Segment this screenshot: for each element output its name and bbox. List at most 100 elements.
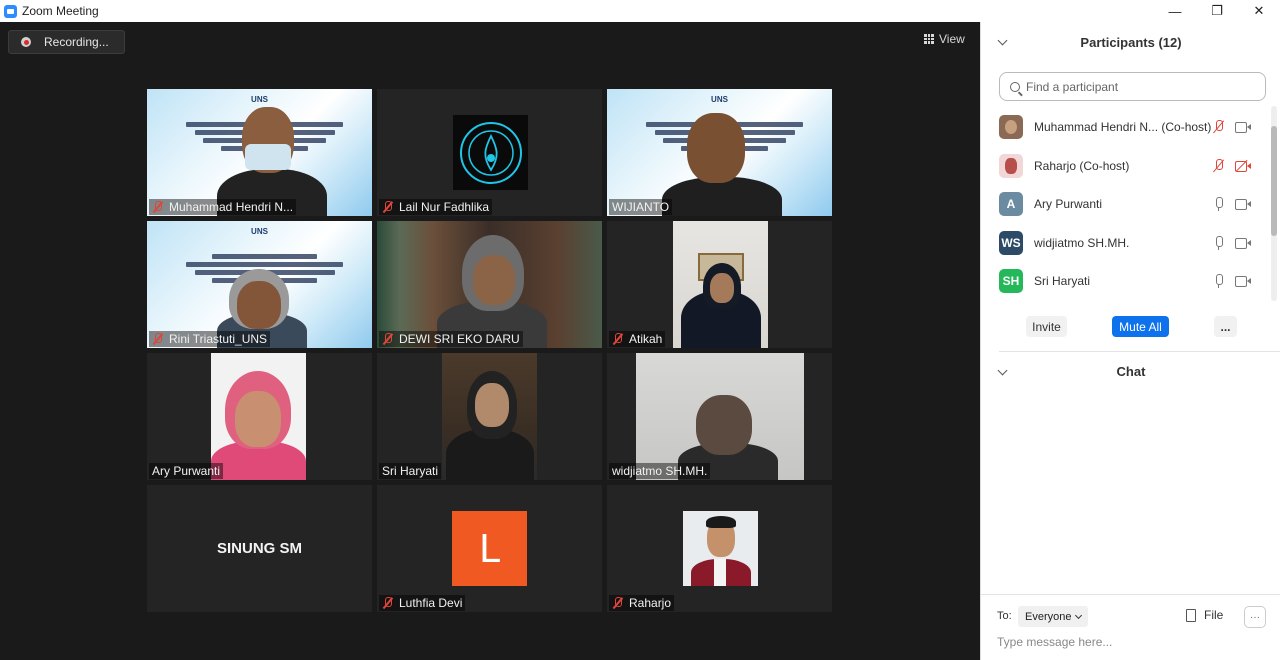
avatar: SH (999, 269, 1023, 294)
more-options-button[interactable]: ... (1214, 316, 1237, 337)
video-tile[interactable]: widjiatmo SH.MH. (607, 353, 832, 480)
chat-message-input[interactable] (997, 635, 1257, 649)
participants-actions: Invite Mute All ... (981, 316, 1271, 338)
chat-footer: To: Everyone File ··· (981, 594, 1280, 660)
tile-name-label: Raharjo (609, 595, 675, 611)
participant-video (636, 353, 804, 480)
record-icon (21, 37, 31, 47)
video-tile[interactable]: Sri Haryati (377, 353, 602, 480)
divider (999, 351, 1280, 352)
invite-button[interactable]: Invite (1026, 316, 1067, 337)
participants-title: Participants (12) (1080, 34, 1182, 50)
participant-name: Raharjo (Co-host) (1034, 158, 1130, 173)
chat-header: Chat (981, 354, 1280, 388)
tile-name-label: Rini Triastuti_UNS (149, 331, 271, 347)
file-icon (1186, 608, 1196, 622)
video-tile[interactable]: Atikah (607, 221, 832, 348)
restore-button[interactable]: ❐ (1196, 0, 1238, 22)
participant-row[interactable]: Raharjo (Co-host) (981, 147, 1271, 186)
participant-name: Sri Haryati (1034, 274, 1091, 289)
avatar: A (999, 192, 1023, 217)
avatar (999, 153, 1023, 178)
avatar: L (452, 511, 527, 586)
uns-logo: UNS (251, 95, 268, 104)
close-button[interactable]: ✕ (1238, 0, 1280, 22)
chat-to-label: To: (997, 610, 1012, 622)
video-tile[interactable]: Lail Nur Fadhlika (377, 89, 602, 216)
file-label: File (1204, 608, 1224, 622)
tile-name-label: widjiatmo SH.MH. (609, 463, 711, 479)
mic-muted-icon (382, 201, 394, 213)
participant-row[interactable]: Muhammad Hendri N... (Co-host) (981, 108, 1271, 147)
mic-icon[interactable] (1213, 235, 1225, 250)
participants-scrollbar[interactable] (1271, 106, 1277, 301)
chat-recipient-value: Everyone (1025, 610, 1072, 623)
minimize-button[interactable]: — (1154, 0, 1196, 22)
window-title: Zoom Meeting (22, 4, 99, 18)
participants-list: Muhammad Hendri N... (Co-host) Raharjo (… (981, 108, 1271, 301)
side-panel: Participants (12) Muhammad Hendri N... (… (980, 22, 1280, 660)
video-camera-icon[interactable] (1235, 276, 1251, 288)
chat-more-button[interactable]: ··· (1244, 606, 1266, 628)
profile-photo (683, 511, 758, 586)
uns-logo: UNS (711, 95, 728, 104)
participant-video (673, 221, 768, 348)
grid-view-icon (924, 34, 934, 44)
chat-title: Chat (1116, 363, 1146, 379)
tile-name-label: Luthfia Devi (379, 595, 466, 611)
profile-logo (453, 115, 528, 190)
mute-all-button[interactable]: Mute All (1112, 316, 1169, 337)
mic-muted-icon[interactable] (1213, 120, 1225, 134)
video-tile[interactable]: SINUNG SM (147, 485, 372, 612)
video-tile[interactable]: L Luthfia Devi (377, 485, 602, 612)
collapse-chat-icon[interactable] (997, 365, 1008, 376)
view-button[interactable]: View (924, 32, 965, 46)
view-label: View (939, 32, 965, 46)
video-tile-active-speaker[interactable]: UNS WIJIANTO (607, 89, 832, 216)
recording-label: Recording... (44, 35, 109, 49)
mic-muted-icon (152, 333, 164, 345)
search-input[interactable] (1026, 79, 1246, 94)
window-controls: — ❐ ✕ (1154, 0, 1280, 22)
video-tile[interactable]: UNS Muhammad Hendri N... (147, 89, 372, 216)
chevron-down-icon (1075, 611, 1083, 619)
participant-search[interactable] (999, 72, 1266, 101)
video-tile[interactable]: UNS Rini Triastuti_UNS (147, 221, 372, 348)
university-seal-icon (459, 121, 522, 184)
tile-name-label: Lail Nur Fadhlika (379, 199, 493, 215)
video-off-icon[interactable] (1235, 159, 1251, 172)
participant-name: widjiatmo SH.MH. (1034, 235, 1130, 250)
mic-icon[interactable] (1213, 197, 1225, 212)
mic-muted-icon[interactable] (1213, 158, 1225, 173)
tile-name-label: Ary Purwanti (149, 463, 224, 479)
video-tile[interactable]: Ary Purwanti (147, 353, 372, 480)
video-camera-icon[interactable] (1235, 122, 1251, 134)
mic-icon[interactable] (1213, 274, 1225, 289)
avatar: WS (999, 230, 1023, 255)
participant-name-placeholder: SINUNG SM (216, 540, 302, 557)
participant-video (377, 221, 602, 348)
participant-row[interactable]: SH Sri Haryati (981, 262, 1271, 301)
participants-header: Participants (12) (981, 22, 1280, 62)
tile-name-label: Sri Haryati (379, 463, 442, 479)
video-tile[interactable]: DEWI SRI EKO DARU (377, 221, 602, 348)
video-tile[interactable]: Raharjo (607, 485, 832, 612)
mic-muted-icon (382, 333, 394, 345)
file-button[interactable]: File (1186, 608, 1223, 622)
zoom-app-icon (4, 4, 17, 18)
mic-muted-icon (612, 333, 624, 345)
tile-name-label: WIJIANTO (609, 199, 673, 215)
recording-indicator[interactable]: Recording... (8, 30, 125, 54)
tile-name-label: Muhammad Hendri N... (149, 199, 297, 215)
avatar (999, 115, 1023, 140)
participant-name: Muhammad Hendri N... (Co-host) (1034, 120, 1212, 135)
participant-row[interactable]: WS widjiatmo SH.MH. (981, 224, 1271, 263)
participant-row[interactable]: A Ary Purwanti (981, 185, 1271, 224)
video-camera-icon[interactable] (1235, 237, 1251, 249)
chat-recipient-select[interactable]: Everyone (1018, 606, 1089, 627)
mic-muted-icon (152, 201, 164, 213)
video-camera-icon[interactable] (1235, 199, 1251, 211)
collapse-participants-icon[interactable] (997, 35, 1008, 46)
mic-muted-icon (612, 597, 624, 609)
participant-video (211, 353, 306, 480)
